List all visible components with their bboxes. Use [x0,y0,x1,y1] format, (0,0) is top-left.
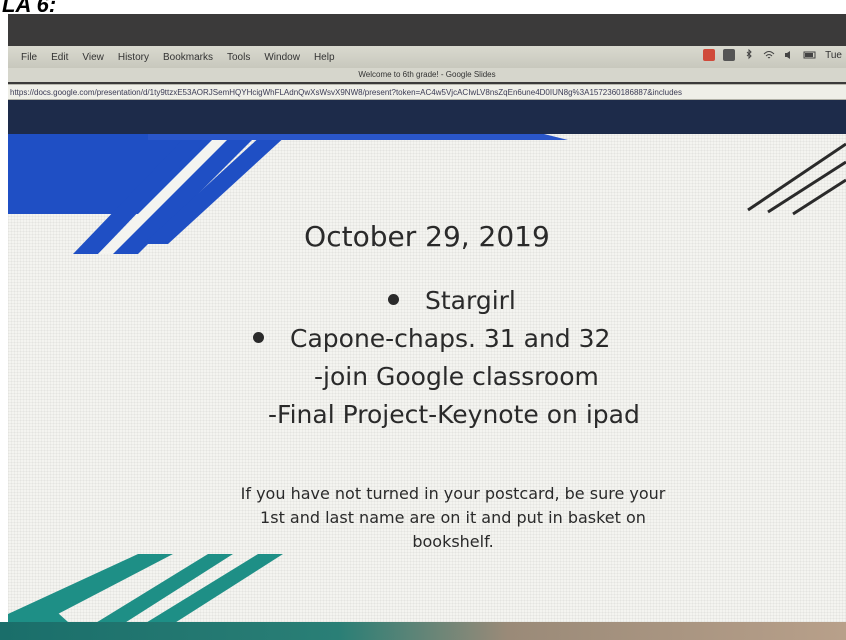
agenda-subline: -Final Project-Keynote on ipad [268,400,640,429]
agenda-item-text: Stargirl [425,286,516,315]
note-line: bookshelf. [412,532,494,551]
dark-stripe-3 [792,178,846,216]
menu-item-history[interactable]: History [118,52,149,63]
volume-icon[interactable] [783,49,795,61]
extension-icon[interactable] [723,49,736,61]
slide-date-heading: October 29, 2019 [304,220,550,253]
menu-item-window[interactable]: Window [264,52,300,63]
presentation-slide: October 29, 2019 Stargirl Capone-chaps. … [8,134,846,640]
dark-stripe-1 [747,142,846,212]
menu-item-view[interactable]: View [82,52,104,63]
bullet-dot-icon [388,293,399,305]
postcard-note: If you have not turned in your postcard,… [188,482,718,554]
bullet-dot-icon [253,331,264,343]
menu-item-file[interactable]: File [21,52,37,63]
bottom-edge [0,622,846,640]
monitor-photo: x File Edit View History Bookmarks Tools… [8,14,846,640]
note-line: 1st and last name are on it and put in b… [260,508,646,527]
agenda-item-text: Capone-chaps. 31 and 32 [290,324,611,353]
menubar-clock[interactable]: Tue [825,50,842,61]
bluetooth-icon[interactable] [743,48,755,61]
blue-header-band [148,134,568,140]
app-status-icon[interactable] [703,49,716,61]
window-title: Welcome to 6th grade! - Google Slides [8,68,846,82]
status-area: Tue [703,48,842,61]
dark-top-band [8,100,846,136]
note-line: If you have not turned in your postcard,… [240,484,666,503]
menu-item-help[interactable]: Help [314,52,335,63]
agenda-bullet: Stargirl [388,286,516,315]
url-bar[interactable]: https://docs.google.com/presentation/d/1… [8,84,846,100]
menu-item-tools[interactable]: Tools [227,52,250,63]
mac-menubar: x File Edit View History Bookmarks Tools… [8,46,846,68]
battery-icon[interactable] [803,49,816,61]
agenda-subline: -join Google classroom [314,362,599,391]
agenda-bullet: Capone-chaps. 31 and 32 [253,324,610,353]
menu-item-edit[interactable]: Edit [51,52,68,63]
wifi-icon[interactable] [763,49,775,61]
menu-item-bookmarks[interactable]: Bookmarks [163,52,213,63]
